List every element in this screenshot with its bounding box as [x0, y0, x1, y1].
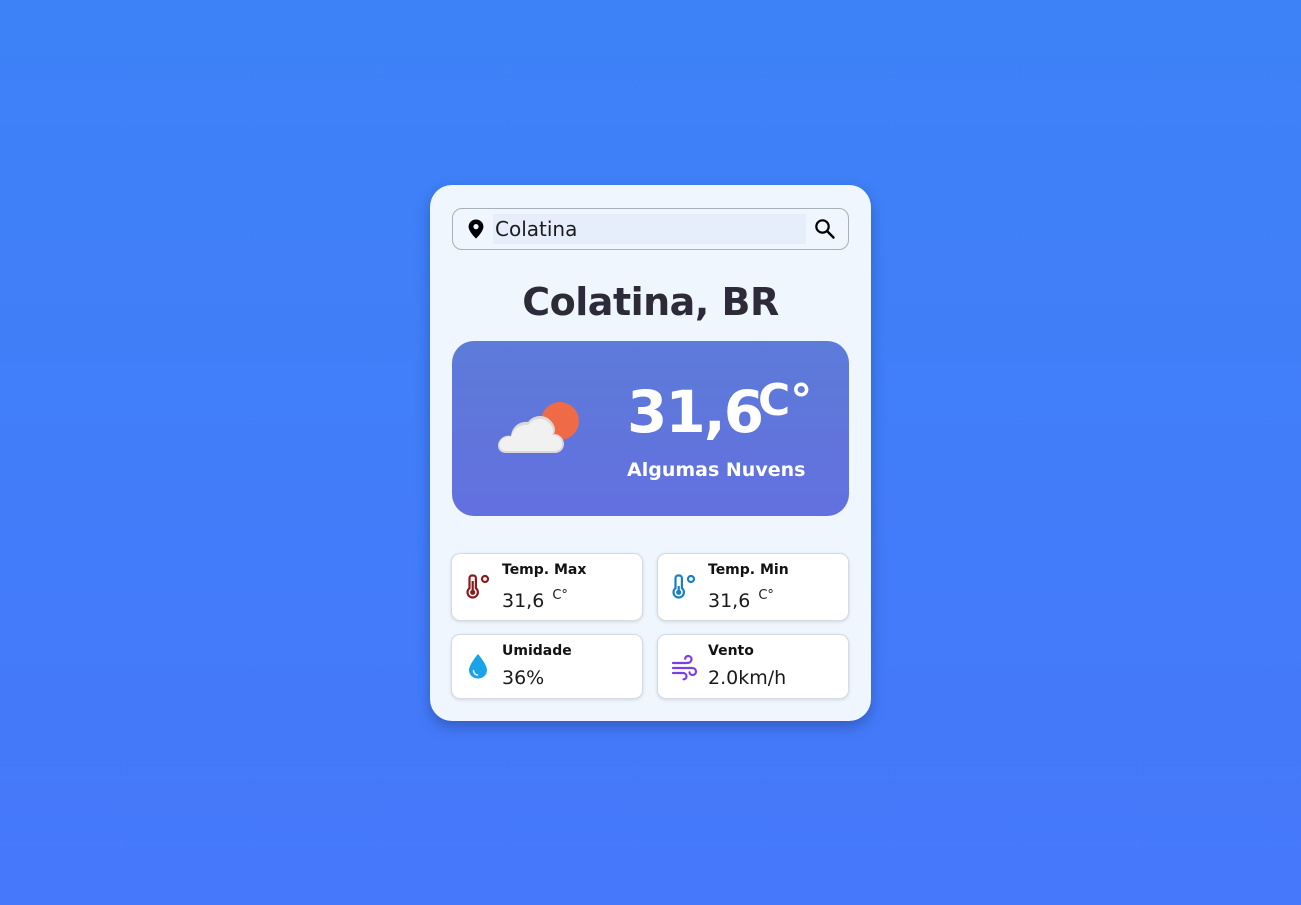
temp-max-value: 31,6 C°: [502, 588, 568, 612]
temp-max-unit: C°: [552, 588, 568, 603]
humidity-label: Umidade: [502, 643, 572, 659]
thermometer-cold-icon: [672, 574, 696, 599]
temp-max-tile: Temp. Max 31,6 C°: [451, 553, 643, 621]
weather-description: Algumas Nuvens: [627, 459, 806, 481]
temp-min-tile: Temp. Min 31,6 C°: [657, 553, 849, 621]
city-title: Colatina, BR: [522, 280, 779, 324]
search-bar: [452, 208, 849, 250]
temperature-unit: C°: [758, 375, 813, 426]
temp-min-number: 31,6: [708, 590, 751, 612]
search-icon[interactable]: [813, 217, 837, 241]
wind-icon: [671, 654, 698, 681]
temp-min-value: 31,6 C°: [708, 588, 774, 612]
wind-label: Vento: [708, 643, 754, 659]
current-weather-panel: 31,6 C° Algumas Nuvens: [452, 341, 849, 516]
temp-min-unit: C°: [758, 588, 774, 603]
search-input[interactable]: [493, 214, 806, 244]
temp-min-label: Temp. Min: [708, 562, 789, 578]
weather-card: Colatina, BR 31,6 C° Algumas Nuvens Temp…: [430, 185, 871, 721]
humidity-value: 36%: [502, 667, 545, 689]
thermometer-hot-icon: [466, 574, 490, 599]
wind-tile: Vento 2.0km/h: [657, 634, 849, 699]
humidity-tile: Umidade 36%: [451, 634, 643, 699]
temp-max-number: 31,6: [502, 590, 545, 612]
water-drop-icon: [469, 654, 487, 679]
partly-cloudy-icon: [498, 402, 579, 453]
current-temperature: 31,6: [627, 378, 764, 446]
temp-max-label: Temp. Max: [502, 562, 587, 578]
wind-value: 2.0km/h: [708, 667, 787, 689]
map-pin-icon: [468, 219, 484, 239]
